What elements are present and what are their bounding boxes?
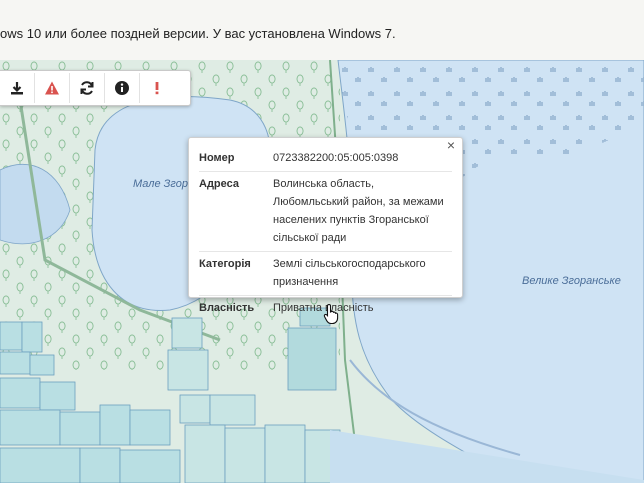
row-key: Категорія: [199, 258, 251, 270]
refresh-icon: [80, 81, 94, 95]
hand-pointer-icon: [323, 303, 339, 325]
close-icon[interactable]: ×: [444, 138, 458, 152]
popup-row-address: Адреса Волинська область, Любомльський р…: [199, 172, 452, 252]
download-button[interactable]: [0, 73, 35, 103]
os-update-banner: ows 10 или более поздней версии. У вас у…: [0, 0, 644, 61]
banner-text: ows 10 или более поздней версии. У вас у…: [0, 26, 396, 41]
lake-label-large: Велике Згоранське: [522, 275, 621, 287]
parcel-info-popup: × Номер 0723382200:05:005:0398 Адреса Во…: [188, 137, 463, 314]
row-key: Номер: [199, 152, 235, 164]
popup-row-category: Категорія Землі сільськогосподарського п…: [199, 252, 452, 296]
refresh-button[interactable]: [70, 73, 105, 103]
warning-icon: [45, 81, 59, 95]
row-key: Адреса: [199, 178, 239, 190]
exclamation-icon: [155, 82, 159, 95]
row-value: 0723382200:05:005:0398: [273, 152, 399, 164]
report-problem-button[interactable]: [35, 73, 70, 103]
download-icon: [11, 82, 23, 95]
row-key: Власність: [199, 302, 255, 314]
info-icon: [115, 81, 129, 95]
popup-row-number: Номер 0723382200:05:005:0398: [199, 146, 452, 172]
alert-button[interactable]: [140, 73, 174, 103]
info-button[interactable]: [105, 73, 140, 103]
map-toolbar: [0, 70, 191, 106]
row-value: Волинська область, Любомльський район, з…: [273, 178, 444, 244]
row-value: Землі сільськогосподарського призначення: [273, 258, 426, 288]
